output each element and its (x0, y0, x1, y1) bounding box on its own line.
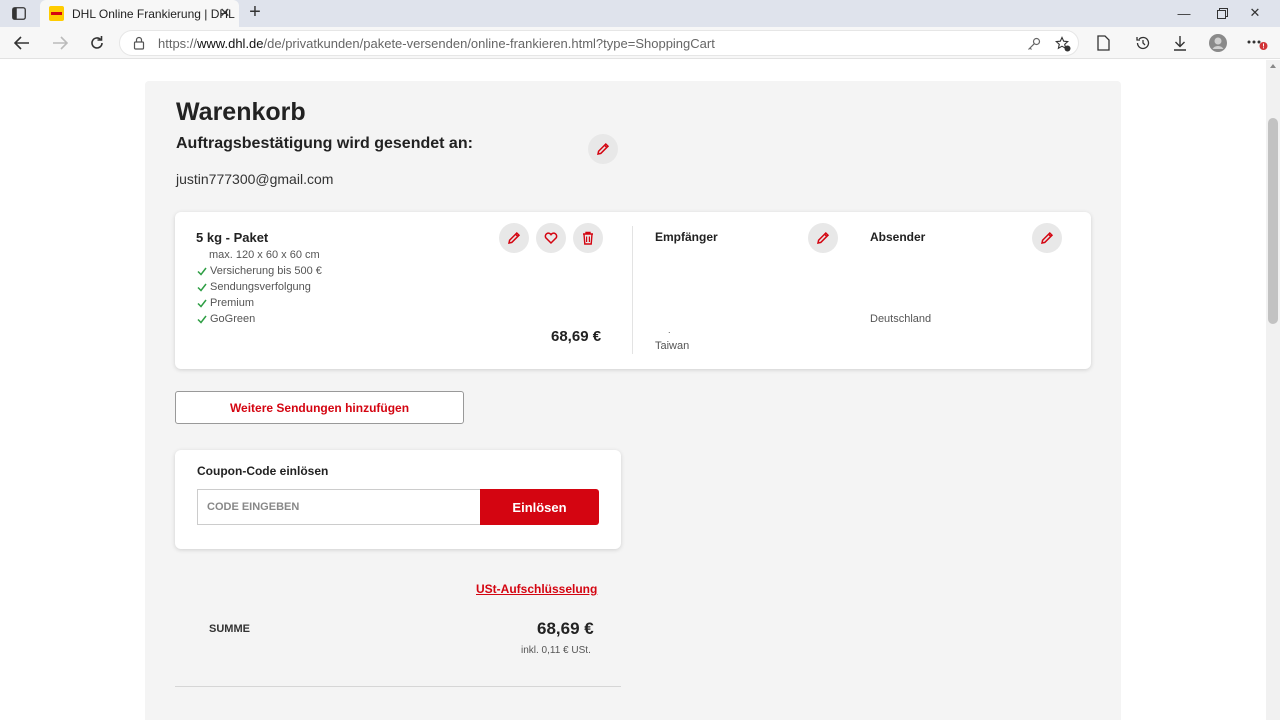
downloads-icon[interactable] (1168, 31, 1192, 55)
history-icon[interactable] (1131, 31, 1155, 55)
tab-title: DHL Online Frankierung | DHL (72, 6, 235, 21)
tab-actions-icon[interactable] (10, 5, 28, 22)
forward-icon[interactable] (48, 31, 72, 55)
page-title: Warenkorb (176, 98, 306, 126)
browser-toolbar: https://www.dhl.de/de/privatkunden/paket… (0, 27, 1280, 59)
confirmation-label: Auftragsbestätigung wird gesendet an: (176, 135, 473, 152)
edit-shipment-button[interactable] (499, 223, 529, 253)
redeem-coupon-button[interactable]: Einlösen (480, 489, 599, 525)
heart-icon (544, 232, 558, 245)
settings-more-icon[interactable] (1245, 31, 1269, 55)
recipient-title: Empfänger (655, 230, 718, 244)
lock-icon[interactable] (132, 36, 146, 50)
vat-breakdown-link[interactable]: USt-Aufschlüsselung (476, 582, 597, 596)
new-tab-button[interactable]: + (245, 2, 265, 23)
scroll-up-arrow-icon[interactable] (1270, 64, 1276, 68)
vat-note: inkl. 0,11 € USt. (521, 645, 591, 656)
scrollbar-thumb[interactable] (1268, 118, 1278, 324)
edit-email-button[interactable] (588, 134, 618, 164)
browser-tab-bar: DHL Online Frankierung | DHL ✕ + — ✕ (0, 0, 1280, 27)
confirmation-email: justin777300@gmail.com (176, 171, 334, 187)
page-viewport: Warenkorb Auftragsbestätigung wird gesen… (0, 60, 1266, 720)
key-icon[interactable] (1025, 35, 1043, 53)
add-shipment-button[interactable]: Weitere Sendungen hinzufügen (175, 391, 464, 424)
shipment-price: 68,69 € (551, 328, 602, 345)
delete-shipment-button[interactable] (573, 223, 603, 253)
back-icon[interactable] (10, 31, 34, 55)
page-scrollbar[interactable] (1266, 60, 1280, 720)
pencil-icon (508, 231, 521, 244)
minimize-icon[interactable]: — (1169, 3, 1199, 23)
trash-icon (583, 231, 593, 245)
browser-tab[interactable]: DHL Online Frankierung | DHL ✕ (40, 0, 239, 27)
product-dimensions: max. 120 x 60 x 60 cm (209, 249, 320, 261)
edit-recipient-button[interactable] (808, 223, 838, 253)
coupon-title: Coupon-Code einlösen (197, 464, 329, 478)
feature-item: Sendungsverfolgung (197, 281, 311, 293)
profile-avatar[interactable] (1206, 31, 1230, 55)
feature-item: Versicherung bis 500 € (197, 265, 322, 277)
pencil-icon (817, 231, 830, 244)
sender-title: Absender (870, 230, 926, 244)
pencil-icon (1041, 231, 1054, 244)
sum-label: SUMME (209, 623, 250, 635)
close-tab-icon[interactable]: ✕ (217, 5, 233, 21)
product-name: 5 kg - Paket (196, 230, 269, 245)
recipient-mark: . (668, 325, 671, 335)
collections-icon[interactable] (1091, 31, 1115, 55)
shipment-card: 5 kg - Paket max. 120 x 60 x 60 cm Versi… (175, 212, 1091, 369)
column-divider (632, 226, 633, 354)
check-icon (197, 267, 207, 276)
close-window-icon[interactable]: ✕ (1240, 3, 1270, 23)
dhl-favicon-icon (49, 6, 64, 21)
check-icon (197, 315, 207, 324)
restore-icon[interactable] (1207, 3, 1237, 23)
sender-country: Deutschland (870, 313, 932, 325)
refresh-icon[interactable] (85, 31, 109, 55)
recipient-country: Taiwan (655, 340, 690, 352)
feature-item: GoGreen (197, 313, 255, 325)
favorites-star-icon[interactable] (1054, 35, 1072, 53)
address-bar[interactable]: https://www.dhl.de/de/privatkunden/paket… (119, 30, 1079, 56)
pencil-icon (597, 142, 610, 155)
summary-divider (175, 686, 621, 687)
sum-value: 68,69 € (537, 619, 594, 638)
check-icon (197, 299, 207, 308)
coupon-code-input[interactable] (197, 489, 481, 525)
url-text[interactable]: https://www.dhl.de/de/privatkunden/paket… (158, 36, 715, 51)
check-icon (197, 283, 207, 292)
cart-panel: Warenkorb Auftragsbestätigung wird gesen… (145, 81, 1121, 720)
edit-sender-button[interactable] (1032, 223, 1062, 253)
favorite-shipment-button[interactable] (536, 223, 566, 253)
coupon-card: Coupon-Code einlösen Einlösen (175, 450, 621, 549)
feature-item: Premium (197, 297, 254, 309)
